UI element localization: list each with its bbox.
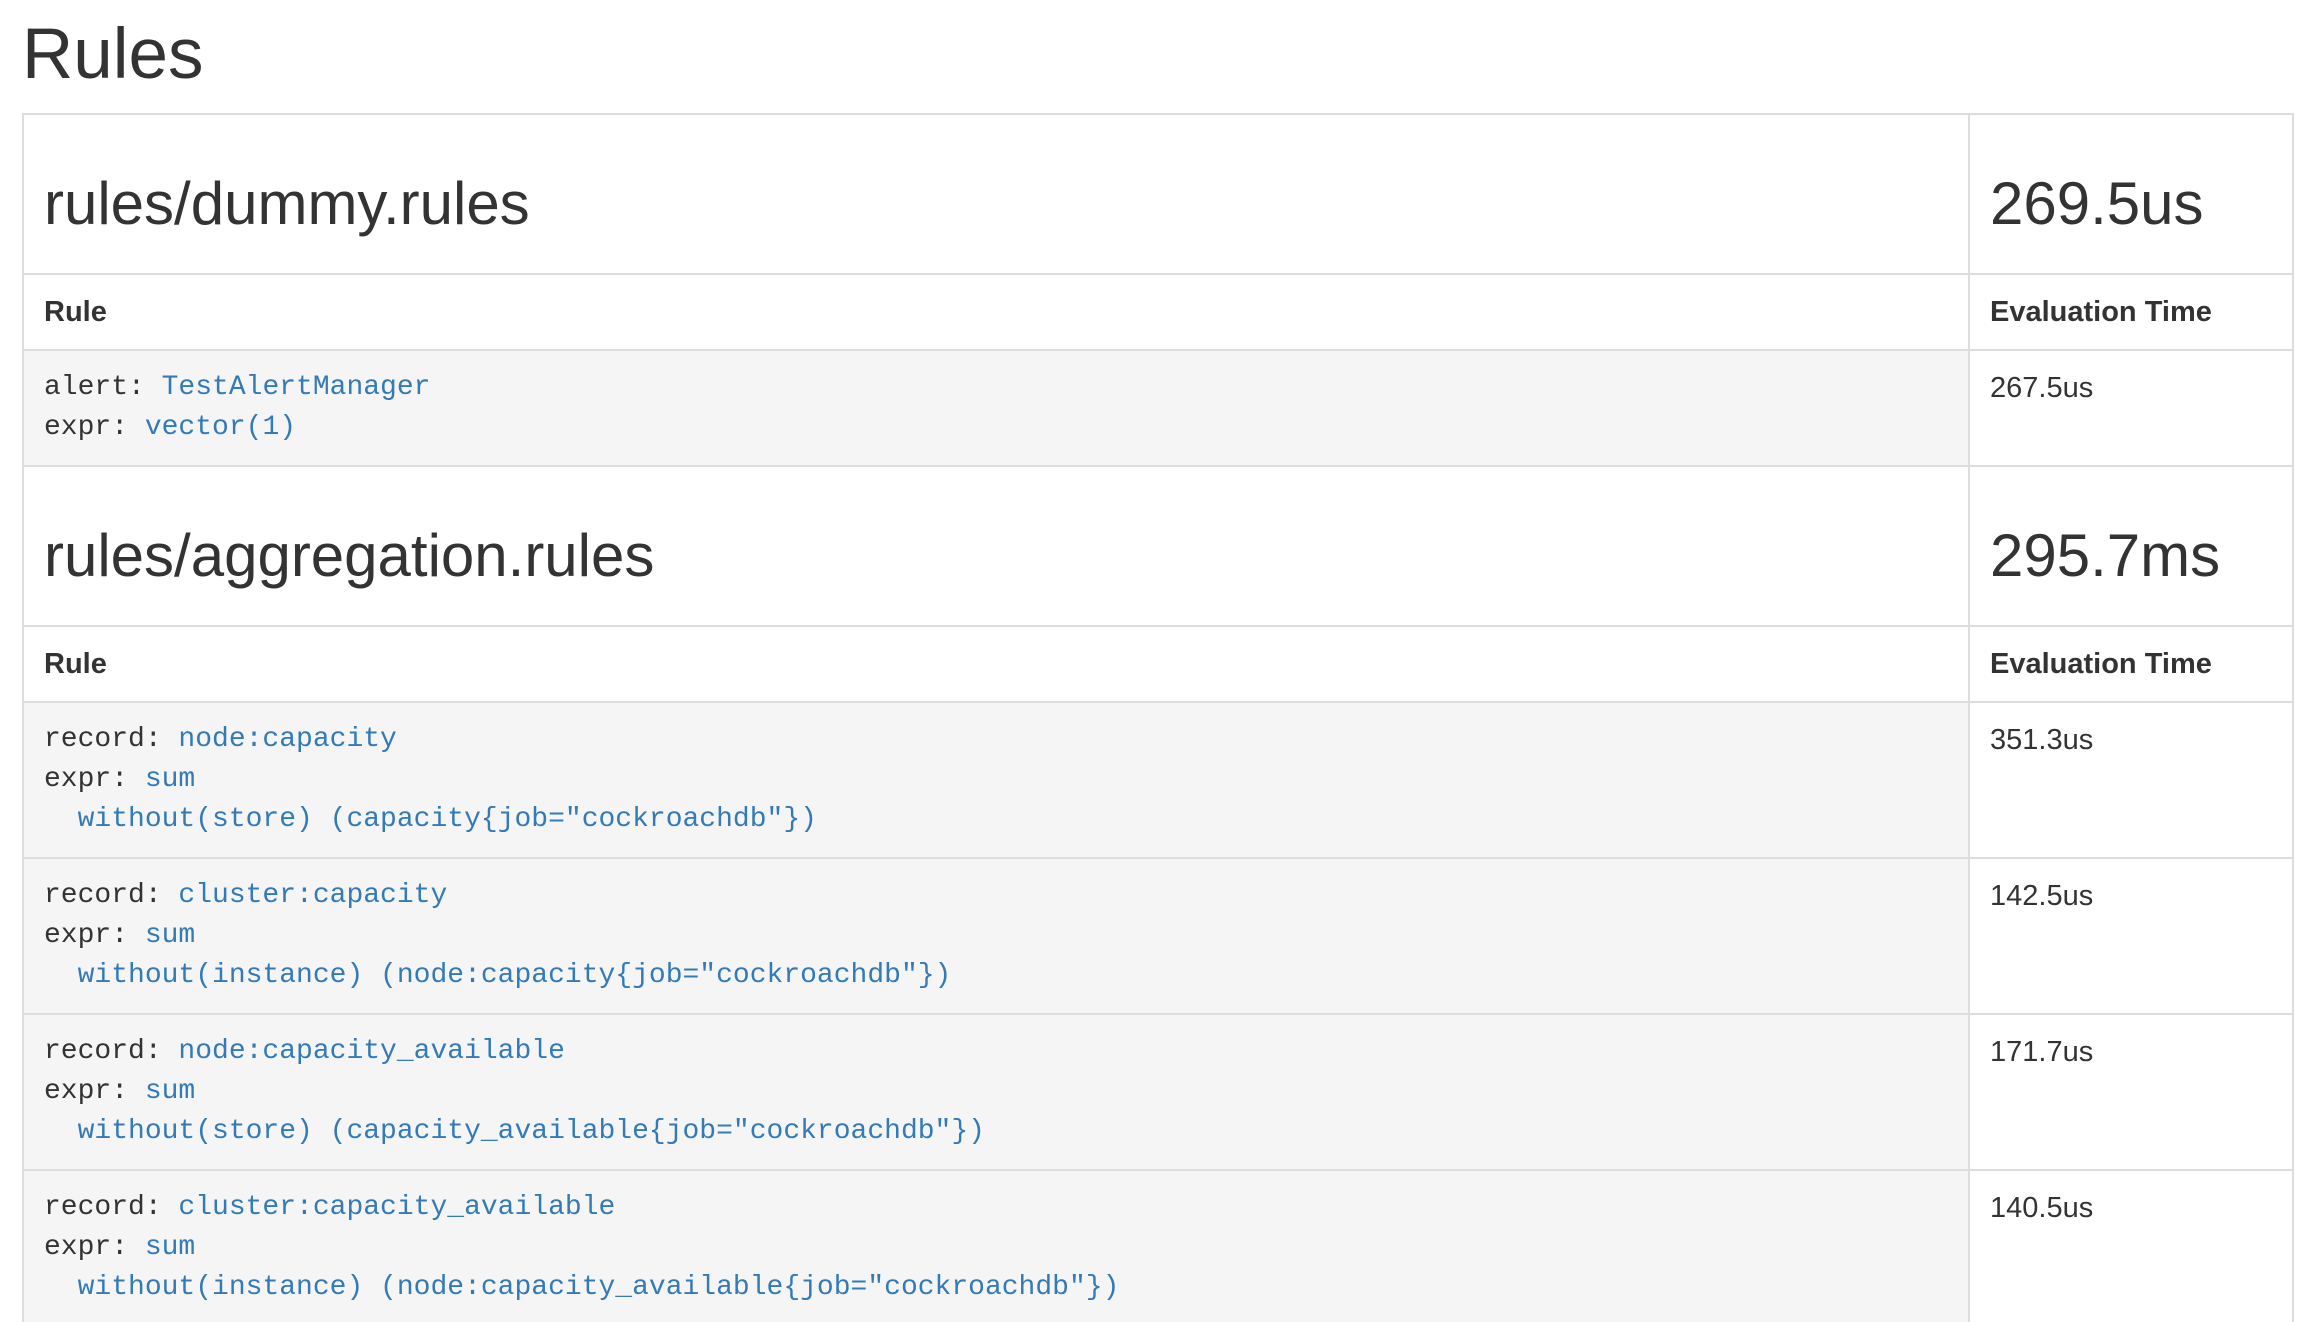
rule-eval-time: 140.5us	[1969, 1170, 2293, 1322]
column-header-row: Rule Evaluation Time	[23, 626, 2293, 702]
rule-expr-link[interactable]: node:capacity_available	[178, 1036, 564, 1067]
rule-code: record: cluster:capacity_availableexpr: …	[44, 1188, 1948, 1308]
rule-expr-link[interactable]: sum	[145, 1232, 195, 1263]
rule-group-name-cell: rules/dummy.rules	[23, 114, 1969, 274]
rules-page: Rules rules/dummy.rules 269.5us Rule Eva…	[0, 0, 2316, 1322]
rule-expr-link[interactable]: sum	[145, 1076, 195, 1107]
rule-code-cell: record: cluster:capacity_availableexpr: …	[23, 1170, 1969, 1322]
rule-code-label: record:	[44, 1192, 178, 1223]
rule-group-header-row: rules/aggregation.rules 295.7ms	[23, 466, 2293, 626]
rule-code-cell: record: node:capacity_availableexpr: sum…	[23, 1014, 1969, 1170]
rule-code-label: alert:	[44, 372, 162, 403]
rule-eval-time: 142.5us	[1969, 858, 2293, 1014]
rule-expr-link[interactable]: without(instance) (node:capacity{job="co…	[44, 960, 951, 991]
code-line: record: node:capacity_available	[44, 1032, 1948, 1072]
code-line: expr: sum	[44, 1072, 1948, 1112]
rule-expr-link[interactable]: TestAlertManager	[162, 372, 431, 403]
code-line: record: cluster:capacity	[44, 876, 1948, 916]
rule-eval-time: 267.5us	[1969, 350, 2293, 466]
rule-expr-link[interactable]: without(store) (capacity_available{job="…	[44, 1116, 985, 1147]
code-line: expr: sum	[44, 916, 1948, 956]
rule-code-cell: alert: TestAlertManagerexpr: vector(1)	[23, 350, 1969, 466]
rule-eval-time: 171.7us	[1969, 1014, 2293, 1170]
rule-group-name: rules/aggregation.rules	[44, 523, 1948, 589]
rule-code: record: node:capacity_availableexpr: sum…	[44, 1032, 1948, 1152]
rule-column-header: Rule	[23, 626, 1969, 702]
rule-code-label: expr:	[44, 1076, 145, 1107]
rule-code-label: expr:	[44, 920, 145, 951]
code-line: without(store) (capacity{job="cockroachd…	[44, 800, 1948, 840]
rule-code-cell: record: cluster:capacityexpr: sum withou…	[23, 858, 1969, 1014]
rule-code-label: expr:	[44, 412, 145, 443]
code-line: record: cluster:capacity_available	[44, 1188, 1948, 1228]
eval-time-column-header: Evaluation Time	[1969, 626, 2293, 702]
rule-group-name-cell: rules/aggregation.rules	[23, 466, 1969, 626]
rule-code-label: record:	[44, 1036, 178, 1067]
rule-group-eval-time: 295.7ms	[1990, 523, 2272, 589]
rule-expr-link[interactable]: sum	[145, 764, 195, 795]
rule-row: alert: TestAlertManagerexpr: vector(1) 2…	[23, 350, 2293, 466]
eval-time-column-header: Evaluation Time	[1969, 274, 2293, 350]
code-line: without(store) (capacity_available{job="…	[44, 1112, 1948, 1152]
code-line: without(instance) (node:capacity_availab…	[44, 1268, 1948, 1308]
rule-code-label: expr:	[44, 1232, 145, 1263]
rule-row: record: node:capacityexpr: sum without(s…	[23, 702, 2293, 858]
rule-code: alert: TestAlertManagerexpr: vector(1)	[44, 368, 1948, 448]
rule-group-header-row: rules/dummy.rules 269.5us	[23, 114, 2293, 274]
rule-eval-time: 351.3us	[1969, 702, 2293, 858]
code-line: expr: sum	[44, 760, 1948, 800]
rule-row: record: cluster:capacityexpr: sum withou…	[23, 858, 2293, 1014]
code-line: expr: sum	[44, 1228, 1948, 1268]
code-line: expr: vector(1)	[44, 408, 1948, 448]
rule-code-label: record:	[44, 880, 178, 911]
rule-expr-link[interactable]: vector(1)	[145, 412, 296, 443]
rule-code: record: cluster:capacityexpr: sum withou…	[44, 876, 1948, 996]
rule-group-name: rules/dummy.rules	[44, 171, 1948, 237]
rule-code-label: record:	[44, 724, 178, 755]
rule-code: record: node:capacityexpr: sum without(s…	[44, 720, 1948, 840]
rule-column-header: Rule	[23, 274, 1969, 350]
rule-expr-link[interactable]: without(store) (capacity{job="cockroachd…	[44, 804, 817, 835]
rule-expr-link[interactable]: node:capacity	[178, 724, 396, 755]
page-title: Rules	[22, 16, 2294, 94]
code-line: alert: TestAlertManager	[44, 368, 1948, 408]
rule-code-cell: record: node:capacityexpr: sum without(s…	[23, 702, 1969, 858]
rule-expr-link[interactable]: cluster:capacity_available	[178, 1192, 615, 1223]
code-line: record: node:capacity	[44, 720, 1948, 760]
column-header-row: Rule Evaluation Time	[23, 274, 2293, 350]
rule-group-eval-time-cell: 269.5us	[1969, 114, 2293, 274]
code-line: without(instance) (node:capacity{job="co…	[44, 956, 1948, 996]
rules-table: rules/dummy.rules 269.5us Rule Evaluatio…	[22, 113, 2294, 1322]
rule-row: record: cluster:capacity_availableexpr: …	[23, 1170, 2293, 1322]
rule-expr-link[interactable]: sum	[145, 920, 195, 951]
rule-group-eval-time: 269.5us	[1990, 171, 2272, 237]
rule-expr-link[interactable]: without(instance) (node:capacity_availab…	[44, 1272, 1119, 1303]
rule-code-label: expr:	[44, 764, 145, 795]
rule-group-eval-time-cell: 295.7ms	[1969, 466, 2293, 626]
rule-expr-link[interactable]: cluster:capacity	[178, 880, 447, 911]
rule-row: record: node:capacity_availableexpr: sum…	[23, 1014, 2293, 1170]
